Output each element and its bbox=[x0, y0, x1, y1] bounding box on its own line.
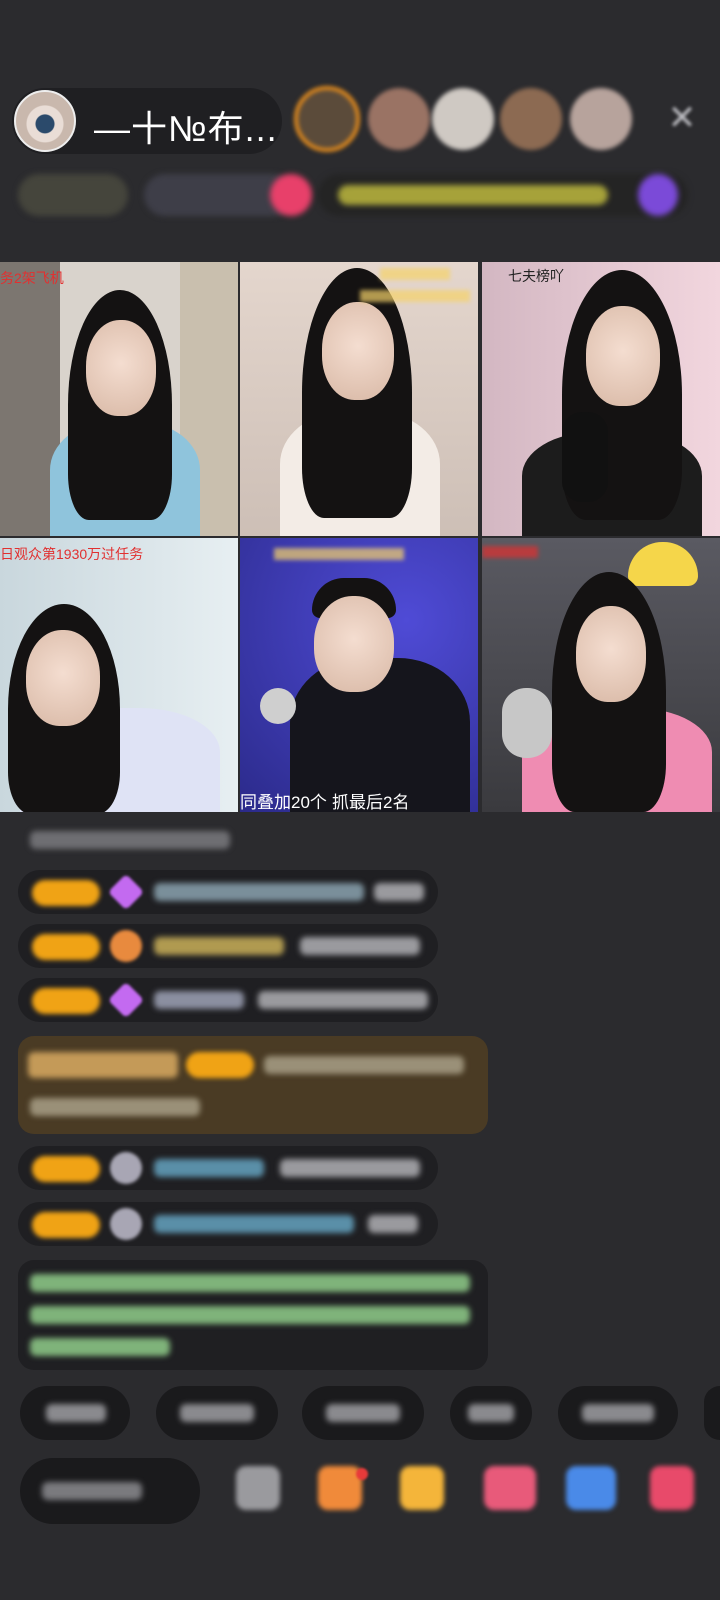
microphone-icon bbox=[260, 688, 296, 724]
guest-caption: 同叠加20个 bbox=[240, 793, 327, 812]
microphone-icon bbox=[562, 412, 608, 502]
avatar bbox=[110, 1152, 142, 1184]
quick-reply-chip[interactable] bbox=[558, 1386, 678, 1440]
system-notice bbox=[18, 1260, 488, 1370]
level-badge bbox=[186, 1052, 254, 1078]
viewer-avatar[interactable] bbox=[500, 88, 562, 150]
task-text bbox=[338, 185, 608, 205]
chat-text bbox=[30, 1098, 200, 1116]
heart-icon bbox=[110, 930, 142, 962]
quick-reply-label bbox=[582, 1404, 654, 1422]
guest-caption: 抓最后2名 bbox=[332, 793, 410, 812]
level-badge bbox=[32, 1212, 100, 1238]
guest-figure bbox=[322, 302, 394, 400]
viewer-avatar[interactable] bbox=[570, 88, 632, 150]
chat-message[interactable] bbox=[18, 870, 438, 914]
multi-chat-icon[interactable] bbox=[566, 1466, 616, 1510]
chat-message[interactable] bbox=[18, 1202, 438, 1246]
chat-message[interactable] bbox=[18, 978, 438, 1022]
guest-video-tile[interactable]: 同叠加20个 抓最后2名 bbox=[240, 538, 478, 812]
guest-caption bbox=[360, 290, 470, 302]
host-info-pill[interactable]: —十№布... bbox=[12, 88, 282, 154]
live-info-row bbox=[18, 170, 698, 220]
heart-icon[interactable] bbox=[270, 174, 312, 216]
guest-video-tile[interactable] bbox=[240, 262, 478, 536]
gem-icon bbox=[107, 981, 145, 1019]
guest-caption bbox=[380, 268, 450, 280]
host-avatar[interactable] bbox=[14, 90, 76, 152]
level-badge bbox=[32, 988, 100, 1014]
chat-message[interactable] bbox=[18, 1146, 438, 1190]
chat-text bbox=[300, 937, 420, 955]
guest-figure bbox=[576, 606, 646, 702]
chat-username bbox=[28, 1052, 178, 1078]
quick-reply-label bbox=[46, 1404, 106, 1422]
guest-caption bbox=[482, 546, 538, 558]
gift-icon[interactable] bbox=[650, 1466, 694, 1510]
close-icon[interactable]: ✕ bbox=[664, 98, 700, 138]
rank-chip[interactable] bbox=[18, 174, 128, 216]
chat-message[interactable] bbox=[18, 924, 438, 968]
gem-icon bbox=[107, 873, 145, 911]
viewer-avatar[interactable] bbox=[432, 88, 494, 150]
lamp-decoration bbox=[628, 542, 698, 586]
microphone-icon bbox=[502, 688, 552, 758]
chat-username bbox=[154, 991, 244, 1009]
quick-reply-chip[interactable] bbox=[302, 1386, 424, 1440]
guest-figure bbox=[86, 320, 156, 416]
chat-username bbox=[154, 883, 364, 901]
chat-message[interactable] bbox=[14, 818, 480, 862]
level-badge bbox=[32, 1156, 100, 1182]
notification-dot bbox=[356, 1468, 368, 1480]
guest-video-tile[interactable]: 日观众第1930万过任务 bbox=[0, 538, 238, 812]
chat-text bbox=[374, 883, 424, 901]
notice-text bbox=[30, 1274, 470, 1292]
guest-figure bbox=[586, 306, 660, 406]
level-badge bbox=[32, 880, 100, 906]
guest-video-tile[interactable]: 务2架飞机 bbox=[0, 262, 238, 536]
chat-username bbox=[154, 1159, 264, 1177]
guest-caption: 日观众第1930万过任务 bbox=[0, 546, 144, 562]
guest-figure bbox=[314, 596, 394, 692]
guest-video-tile[interactable] bbox=[482, 538, 720, 812]
guest-figure bbox=[26, 630, 100, 726]
guest-caption: 七夫榜吖 bbox=[508, 268, 564, 284]
comment-placeholder bbox=[42, 1482, 142, 1500]
multi-guest-video-grid: 务2架飞机 七夫榜吖 日观众第1930万过任务 同叠加20个 抓最后2名 bbox=[0, 262, 720, 814]
viewer-avatar[interactable] bbox=[368, 88, 430, 150]
gift-message[interactable] bbox=[18, 1036, 488, 1134]
quick-reply-chip[interactable] bbox=[704, 1386, 720, 1440]
guest-caption: 务2架飞机 bbox=[0, 270, 64, 286]
grid-icon[interactable] bbox=[236, 1466, 280, 1510]
notice-text bbox=[30, 1306, 470, 1324]
fortune-bag-icon[interactable] bbox=[400, 1466, 444, 1510]
quick-reply-label bbox=[326, 1404, 400, 1422]
chat-username bbox=[154, 937, 284, 955]
quick-reply-label bbox=[180, 1404, 254, 1422]
chat-text bbox=[280, 1159, 420, 1177]
host-name: —十№布... bbox=[94, 108, 278, 149]
chat-text bbox=[368, 1215, 418, 1233]
chat-text bbox=[264, 1056, 464, 1074]
avatar bbox=[110, 1208, 142, 1240]
quick-reply-chip[interactable] bbox=[156, 1386, 278, 1440]
notice-text bbox=[30, 1338, 170, 1356]
gift-icon[interactable] bbox=[638, 174, 678, 216]
comment-input[interactable] bbox=[20, 1458, 200, 1524]
chat-text bbox=[258, 991, 428, 1009]
quick-reply-chip[interactable] bbox=[20, 1386, 130, 1440]
guest-video-tile[interactable]: 七夫榜吖 bbox=[482, 262, 720, 536]
level-badge bbox=[32, 934, 100, 960]
quick-reply-label bbox=[468, 1404, 514, 1422]
top-bar: —十№布... ✕ bbox=[12, 84, 712, 160]
bottom-action-bar bbox=[0, 1450, 720, 1530]
chat-username bbox=[154, 1215, 354, 1233]
chat-text bbox=[30, 831, 230, 849]
quick-reply-chip[interactable] bbox=[450, 1386, 532, 1440]
guest-caption bbox=[274, 548, 404, 560]
hearts-icon[interactable] bbox=[484, 1466, 536, 1510]
viewer-avatar[interactable] bbox=[294, 86, 360, 152]
